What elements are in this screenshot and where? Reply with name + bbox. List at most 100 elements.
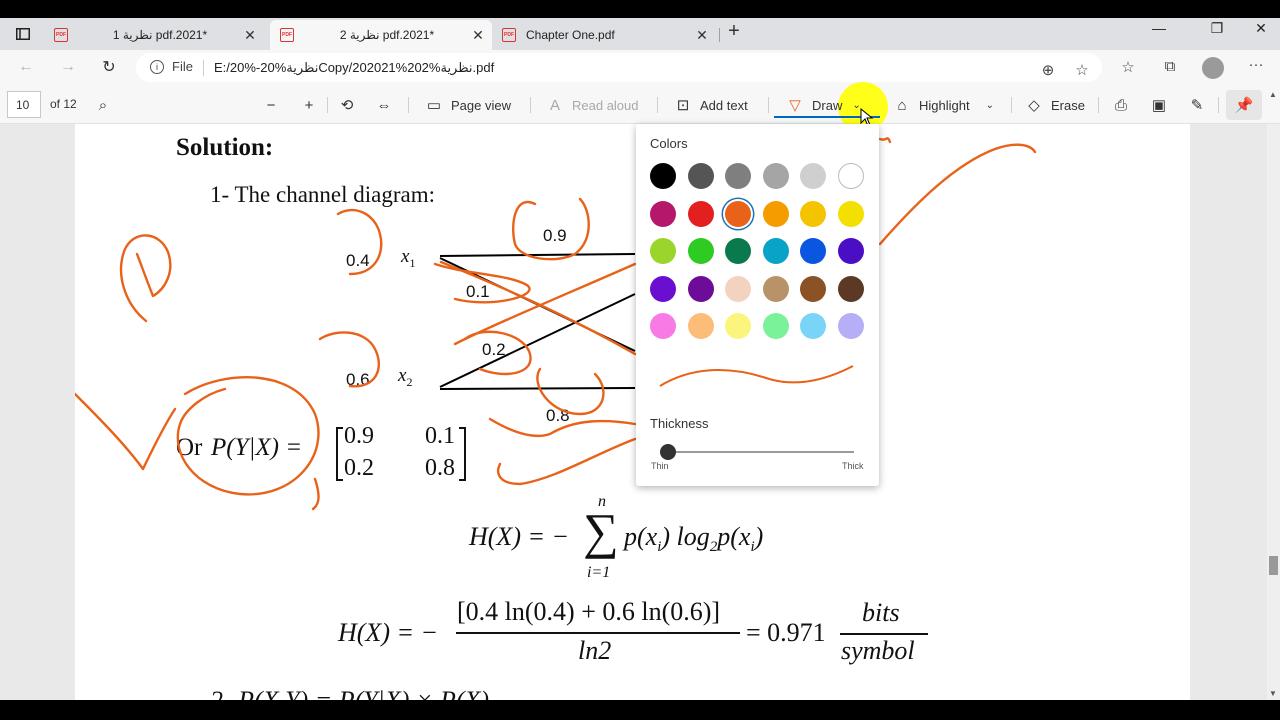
- color-swatch[interactable]: [800, 163, 826, 189]
- scheme-label: File: [172, 59, 193, 74]
- color-swatch[interactable]: [725, 163, 751, 189]
- pdf-toolbar: 10 of 12 ⌕ − + ⟲ ⇔ ▭ Page view A Read alou…: [0, 86, 1280, 124]
- ink-circle-06: [318, 331, 380, 388]
- color-swatch[interactable]: [837, 275, 864, 302]
- erase-button[interactable]: ◇ Erase: [1025, 95, 1085, 115]
- add-text-icon: ⊡: [676, 97, 690, 114]
- color-swatch[interactable]: [650, 313, 676, 339]
- scrollbar-thumb[interactable]: [1269, 556, 1278, 575]
- draw-button[interactable]: ▽ Draw ⌄: [786, 95, 861, 115]
- highlight-button[interactable]: ⌂ Highlight ⌄: [893, 95, 994, 115]
- profile-avatar[interactable]: [1202, 57, 1224, 79]
- tab-1[interactable]: PDF نظرية 1 pdf.2021* ✕: [46, 20, 264, 50]
- toolbar-separator: [1218, 97, 1219, 113]
- close-icon[interactable]: ✕: [242, 27, 258, 44]
- color-swatch[interactable]: [687, 163, 714, 189]
- close-window-button[interactable]: ✕: [1246, 20, 1276, 37]
- toolbar-separator: [1011, 97, 1012, 113]
- tab-actions-icon[interactable]: [8, 24, 38, 44]
- chevron-down-icon[interactable]: ⌄: [986, 100, 994, 111]
- pin-toolbar-icon[interactable]: 📌: [1226, 90, 1262, 120]
- top-black-bar: [0, 0, 1280, 18]
- color-swatch[interactable]: [725, 200, 751, 227]
- color-swatch[interactable]: [650, 200, 676, 227]
- thickness-slider-handle[interactable]: [660, 444, 676, 460]
- color-swatch[interactable]: [837, 313, 864, 339]
- collections-icon[interactable]: ⧉: [1160, 58, 1180, 75]
- color-swatch[interactable]: [800, 200, 826, 227]
- toolbar-separator: [327, 97, 328, 113]
- scroll-up-arrow-icon[interactable]: ▲: [1269, 90, 1277, 99]
- page-view-button[interactable]: ▭ Page view: [425, 95, 511, 115]
- read-aloud-button[interactable]: A Read aloud: [546, 95, 639, 115]
- color-swatch[interactable]: [687, 275, 714, 302]
- color-swatch[interactable]: [650, 275, 676, 302]
- site-info[interactable]: i File: [150, 59, 193, 74]
- erase-label: Erase: [1051, 97, 1085, 113]
- ink-circle-01: [433, 262, 531, 304]
- bottom-black-bar: [0, 700, 1280, 720]
- search-icon[interactable]: ⌕: [94, 95, 120, 115]
- save-as-icon[interactable]: ✎: [1188, 95, 1214, 115]
- close-icon[interactable]: ✕: [694, 27, 710, 44]
- zoom-out-button[interactable]: −: [262, 95, 288, 115]
- color-swatch[interactable]: [725, 238, 751, 264]
- color-swatch[interactable]: [687, 200, 714, 227]
- scroll-down-arrow-icon[interactable]: ▼: [1269, 689, 1277, 698]
- ink-tail-matrix: [311, 477, 320, 511]
- save-icon[interactable]: ▣: [1150, 95, 1176, 115]
- color-swatch[interactable]: [687, 313, 714, 339]
- tab-title: Chapter One.pdf: [526, 28, 615, 42]
- highlighter-icon: ⌂: [897, 96, 907, 114]
- more-options-icon[interactable]: ···: [1246, 56, 1266, 73]
- vertical-scrollbar[interactable]: [1267, 124, 1280, 700]
- forward-button[interactable]: →: [56, 56, 80, 78]
- new-tab-button[interactable]: +: [724, 21, 744, 42]
- pdf-file-icon: PDF: [54, 28, 68, 42]
- add-text-button[interactable]: ⊡ Add text: [674, 95, 748, 115]
- ink-underline-matrix: [497, 437, 637, 486]
- page-view-label: Page view: [451, 97, 511, 113]
- favorites-icon[interactable]: ☆: [1118, 58, 1138, 76]
- color-swatch[interactable]: [800, 313, 826, 339]
- rotate-button[interactable]: ⟲: [338, 95, 364, 115]
- ink-circle-09: [512, 197, 590, 261]
- thin-label: Thin: [651, 461, 669, 471]
- tab-2[interactable]: PDF نظرية 2 pdf.2021* ✕: [270, 20, 492, 50]
- ink-circle-02: [463, 330, 532, 376]
- back-button[interactable]: ←: [14, 56, 38, 78]
- color-swatch[interactable]: [725, 275, 751, 302]
- color-swatch[interactable]: [837, 238, 864, 264]
- zoom-in-button[interactable]: +: [300, 95, 326, 115]
- color-swatch[interactable]: [650, 163, 676, 189]
- color-swatch[interactable]: [800, 275, 826, 302]
- color-swatch[interactable]: [762, 275, 789, 302]
- color-swatch[interactable]: [762, 200, 789, 227]
- print-icon[interactable]: ⎙: [1112, 95, 1138, 115]
- zoom-icon[interactable]: ⊕: [1038, 61, 1058, 79]
- close-icon[interactable]: ✕: [470, 27, 486, 44]
- url-field[interactable]: i File E:/20%-20%نظريةCopy/202021%202%نظ…: [136, 53, 1102, 82]
- add-favorite-icon[interactable]: ☆: [1072, 61, 1092, 79]
- color-swatch[interactable]: [687, 238, 714, 264]
- page-number-input[interactable]: 10: [7, 91, 41, 118]
- restore-button[interactable]: ❐: [1202, 20, 1232, 37]
- ink-squiggle-08: [488, 417, 637, 438]
- color-swatch[interactable]: [800, 238, 826, 264]
- minimize-button[interactable]: —: [1144, 20, 1174, 36]
- url-text: E:/20%-20%نظريةCopy/202021%202%نظرية.pdf: [214, 60, 495, 75]
- color-swatch[interactable]: [837, 200, 864, 227]
- refresh-button[interactable]: ↻: [97, 56, 121, 78]
- tab-3[interactable]: PDF Chapter One.pdf ✕: [494, 20, 716, 50]
- pen-icon: ▽: [789, 97, 801, 114]
- url-separator: [203, 60, 204, 76]
- fit-page-button[interactable]: ⇔: [375, 95, 401, 115]
- color-swatch[interactable]: [762, 238, 789, 264]
- color-swatch[interactable]: [762, 313, 789, 339]
- color-swatch[interactable]: [650, 238, 676, 264]
- thickness-slider-track[interactable]: [668, 451, 854, 453]
- color-swatch[interactable]: [837, 163, 864, 189]
- color-swatch[interactable]: [762, 163, 789, 189]
- tab-strip: PDF نظرية 1 pdf.2021* ✕ PDF نظرية 2 pdf.…: [0, 18, 1280, 50]
- color-swatch[interactable]: [725, 313, 751, 339]
